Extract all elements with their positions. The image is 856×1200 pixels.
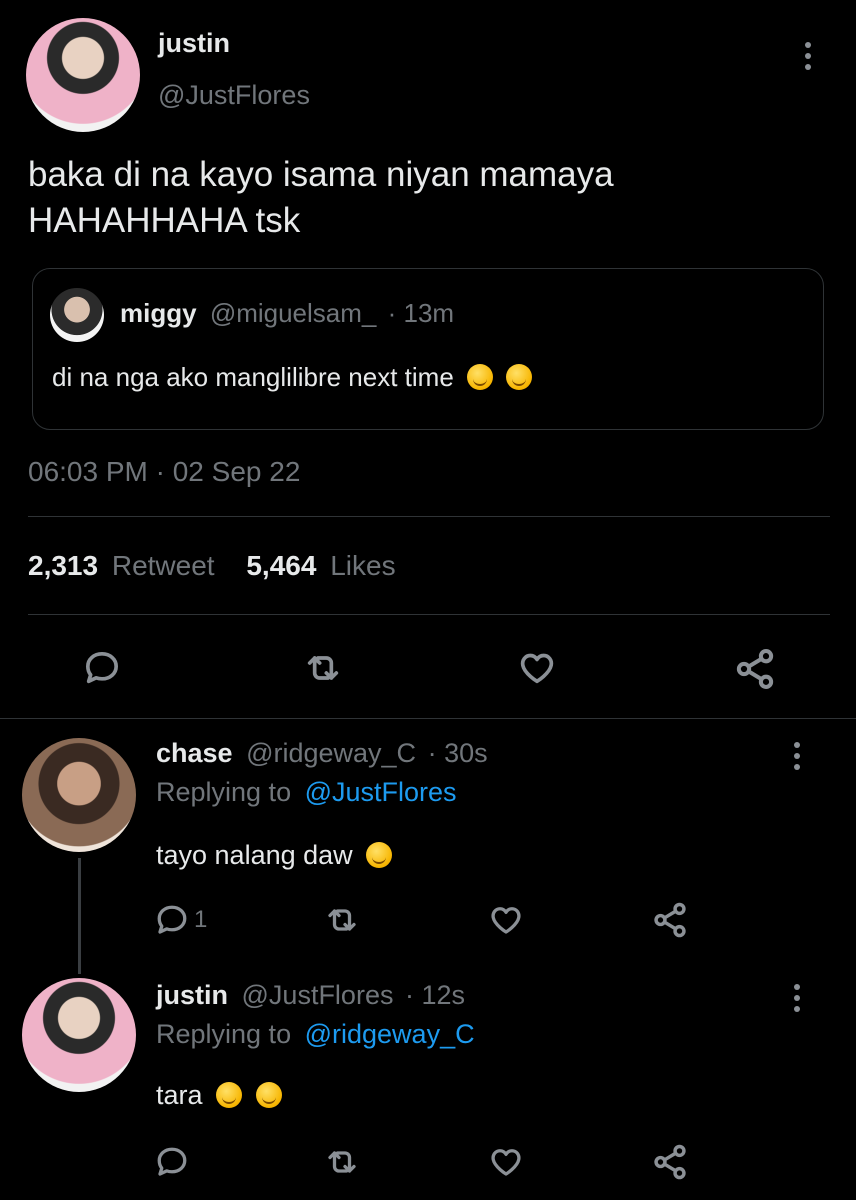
smirk-emoji-icon: [506, 364, 533, 390]
reply-count: 1: [194, 906, 208, 933]
reply-share-button[interactable]: [648, 898, 692, 942]
author-name[interactable]: justin: [158, 28, 230, 59]
tweet-stats: 2,313 Retweet 5,464 Likes: [28, 550, 396, 582]
quoted-author-line: miggy @miguelsam_ · 13m: [120, 298, 454, 329]
heart-icon: [520, 653, 554, 684]
replying-to-prefix: Replying to: [156, 1019, 292, 1049]
divider: [28, 516, 830, 517]
divider: [28, 614, 830, 615]
share-nodes-icon: [654, 1144, 686, 1180]
retweet-count: 2,313: [28, 550, 99, 581]
thread-line: [78, 858, 81, 974]
reply-retweet-button[interactable]: [320, 898, 364, 942]
relieved-emoji-icon: [216, 1082, 243, 1108]
likes-count-link[interactable]: 5,464 Likes: [246, 550, 395, 581]
reply-time[interactable]: · 12s: [405, 980, 465, 1010]
reply-author-name[interactable]: chase: [156, 738, 233, 768]
reply-button[interactable]: [80, 646, 124, 690]
quoted-text: di na nga ako manglilibre next time: [52, 362, 454, 392]
reply-reply-button[interactable]: 1: [154, 898, 214, 942]
author-avatar[interactable]: [26, 18, 140, 132]
tweet-text-line-1: baka di na kayo isama niyan mamaya: [28, 155, 614, 194]
quoted-time: · 13m: [387, 298, 455, 328]
replying-to-handle[interactable]: @ridgeway_C: [305, 1019, 475, 1049]
divider: [0, 718, 856, 719]
reply-retweet-button[interactable]: [320, 1140, 364, 1184]
vertical-dots-icon: [794, 742, 800, 748]
replying-to-line: Replying to @JustFlores: [156, 777, 457, 808]
reply-text-line: tayo nalang daw: [156, 840, 393, 871]
speech-bubble-icon: [157, 1147, 187, 1176]
retweet-arrows-icon: [328, 1151, 356, 1173]
tweet-text-line-2: HAHAHHAHA tsk: [28, 201, 301, 240]
reply-author-name[interactable]: justin: [156, 980, 228, 1010]
retweet-label: Retweet: [111, 550, 215, 581]
reply-reply-button[interactable]: [154, 1140, 198, 1184]
reply-like-button[interactable]: [484, 898, 528, 942]
share-button[interactable]: [730, 644, 780, 694]
reply-like-button[interactable]: [484, 1140, 528, 1184]
likes-count: 5,464: [246, 550, 317, 581]
reply-text-line: tara: [156, 1080, 282, 1111]
reply-header: chase @ridgeway_C · 30s: [156, 738, 488, 769]
retweet-arrows-icon: [328, 909, 356, 931]
heart-icon: [491, 1149, 521, 1176]
quoted-author-avatar: [50, 288, 104, 342]
reply-more-options-button[interactable]: [792, 984, 802, 1012]
reply-more-options-button[interactable]: [792, 742, 802, 770]
author-handle[interactable]: @JustFlores: [158, 80, 310, 111]
heart-icon: [491, 907, 521, 934]
retweet-count-link[interactable]: 2,313 Retweet: [28, 550, 222, 581]
reply-header: justin @JustFlores · 12s: [156, 980, 465, 1011]
quoted-tweet-card[interactable]: [32, 268, 824, 430]
quoted-author-name: miggy: [120, 298, 197, 328]
reply-share-button[interactable]: [648, 1140, 692, 1184]
exhale-emoji-icon: [255, 1082, 282, 1108]
reply-time[interactable]: · 30s: [428, 738, 488, 768]
retweet-arrows-icon: [307, 656, 339, 680]
replying-to-prefix: Replying to: [156, 777, 292, 807]
reply-text: tara: [156, 1080, 203, 1110]
wink-emoji-icon: [366, 842, 393, 868]
tweet-timestamp[interactable]: 06:03 PM · 02 Sep 22: [28, 456, 300, 488]
reply-avatar-chase[interactable]: [22, 738, 136, 852]
more-options-button[interactable]: [803, 42, 813, 70]
quoted-author-handle: @miguelsam_: [209, 298, 377, 328]
like-button[interactable]: [512, 646, 562, 690]
speech-bubble-icon: [157, 905, 187, 934]
reply-avatar-justin[interactable]: [22, 978, 136, 1092]
reply-author-handle[interactable]: @JustFlores: [242, 980, 394, 1010]
reply-text: tayo nalang daw: [156, 840, 353, 870]
replying-to-handle[interactable]: @JustFlores: [305, 777, 457, 807]
tweet-text: baka di na kayo isama niyan mamaya HAHAH…: [28, 152, 614, 244]
unamused-emoji-icon: [467, 364, 494, 390]
vertical-dots-icon: [805, 42, 811, 48]
share-nodes-icon: [654, 902, 686, 938]
likes-label: Likes: [330, 550, 396, 581]
quoted-text-line: di na nga ako manglilibre next time: [52, 362, 533, 393]
speech-bubble-icon: [86, 652, 118, 684]
share-nodes-icon: [736, 649, 774, 689]
replying-to-line: Replying to @ridgeway_C: [156, 1019, 475, 1050]
reply-author-handle[interactable]: @ridgeway_C: [246, 738, 416, 768]
vertical-dots-icon: [794, 984, 800, 990]
retweet-button[interactable]: [298, 646, 348, 690]
